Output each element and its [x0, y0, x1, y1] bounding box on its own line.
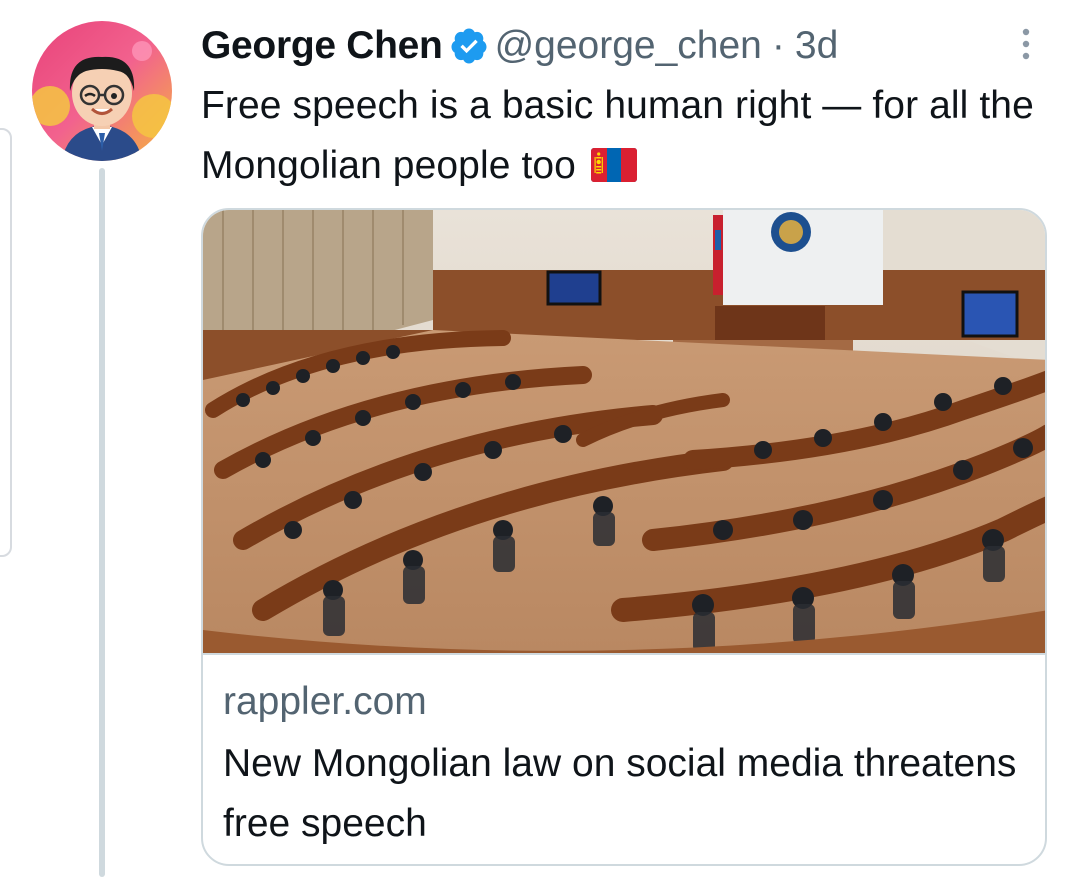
avatar[interactable]: [32, 21, 172, 161]
card-domain: rappler.com: [223, 680, 427, 723]
handle[interactable]: @george_chen: [495, 24, 762, 68]
thread-line: [99, 168, 105, 877]
card-divider: [203, 653, 1045, 655]
avatar-image: [32, 21, 172, 161]
tweet-header: George Chen @george_chen · 3d: [201, 20, 838, 72]
verified-badge-icon: [449, 26, 489, 66]
card-image: [203, 210, 1045, 653]
more-vertical-icon[interactable]: [1016, 24, 1036, 64]
link-card[interactable]: rappler.com New Mongolian law on social …: [201, 208, 1047, 866]
display-name[interactable]: George Chen: [201, 24, 443, 68]
side-panel-edge: [0, 128, 12, 557]
tweet-screen: George Chen @george_chen · 3d Free speec…: [0, 0, 1080, 877]
separator-dot: ·: [771, 24, 785, 67]
card-title[interactable]: New Mongolian law on social media threat…: [223, 734, 1023, 854]
mongolia-flag-icon: [590, 140, 637, 182]
timestamp[interactable]: 3d: [795, 24, 838, 68]
tweet-text: Free speech is a basic human right — for…: [201, 76, 1061, 196]
